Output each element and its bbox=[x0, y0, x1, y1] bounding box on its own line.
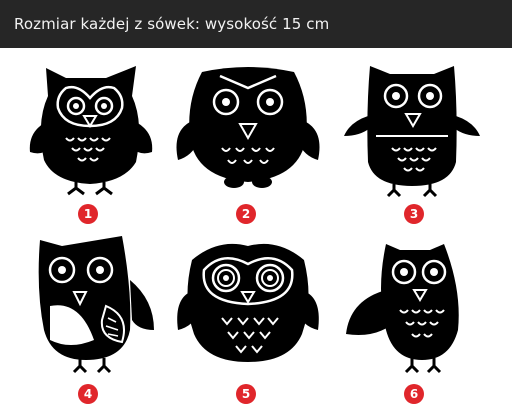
page-title: Rozmiar każdej z sówek: wysokość 15 cm bbox=[14, 15, 330, 33]
owl-3-icon bbox=[344, 66, 480, 198]
owl-option-2[interactable]: 2 bbox=[162, 52, 332, 228]
owl-number-badge: 2 bbox=[236, 204, 256, 224]
header-bar: Rozmiar każdej z sówek: wysokość 15 cm bbox=[0, 0, 512, 48]
owl-option-4[interactable]: 4 bbox=[4, 230, 174, 406]
owl-1-icon bbox=[29, 66, 153, 196]
owl-number-badge: 1 bbox=[78, 204, 98, 224]
owl-number-badge: 6 bbox=[404, 384, 424, 404]
owl-option-6[interactable]: 6 bbox=[330, 230, 500, 406]
owl-number-badge: 3 bbox=[404, 204, 424, 224]
owl-number-badge: 5 bbox=[236, 384, 256, 404]
owl-6-icon bbox=[346, 244, 459, 374]
owl-number-badge: 4 bbox=[78, 384, 98, 404]
owl-option-1[interactable]: 1 bbox=[4, 52, 174, 228]
owl-5-icon bbox=[177, 243, 319, 362]
owl-option-3[interactable]: 3 bbox=[330, 52, 500, 228]
owl-4-icon bbox=[38, 236, 154, 374]
owl-option-5[interactable]: 5 bbox=[162, 230, 332, 406]
owl-2-icon bbox=[176, 67, 320, 188]
